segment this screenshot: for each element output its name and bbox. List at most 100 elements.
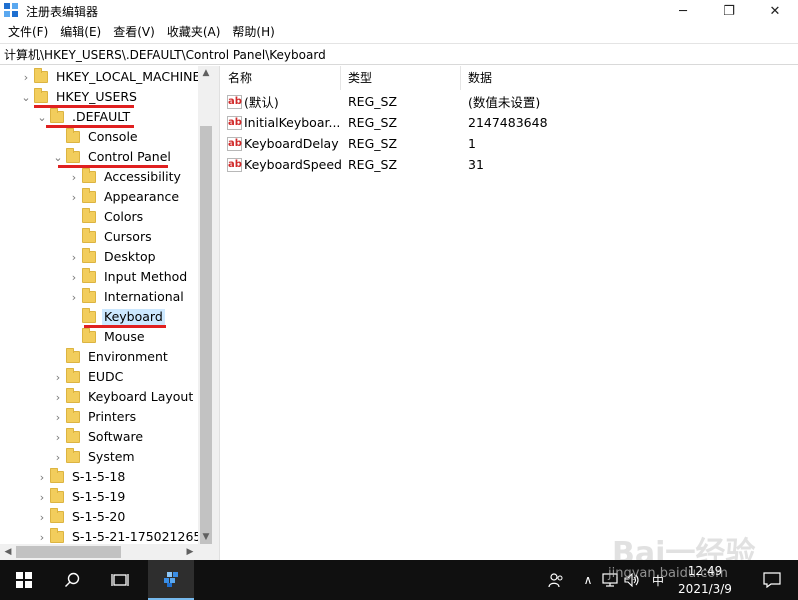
folder-icon	[66, 368, 80, 383]
tree-item-input-method[interactable]: › Input Method	[68, 267, 189, 287]
address-bar[interactable]: 计算机\HKEY_USERS\.DEFAULT\Control Panel\Ke…	[0, 43, 798, 65]
tree-horizontal-scrollbar[interactable]: ◀ ▶	[0, 544, 214, 560]
tree-item-control-panel[interactable]: ⌄ Control Panel	[52, 147, 173, 167]
folder-icon	[66, 428, 80, 443]
tree-item-colors[interactable]: Colors	[68, 207, 145, 227]
tree-item-default[interactable]: ⌄ .DEFAULT	[36, 107, 132, 127]
chevron-right-icon[interactable]: ›	[68, 247, 80, 267]
minimize-button[interactable]: ─	[660, 0, 706, 22]
highlight-underline	[58, 165, 168, 168]
chevron-right-icon[interactable]: ›	[36, 487, 48, 507]
folder-icon	[66, 348, 80, 363]
menu-favorites[interactable]: 收藏夹(A)	[161, 22, 227, 42]
folder-icon	[50, 508, 64, 523]
folder-icon	[50, 108, 64, 123]
folder-icon	[82, 208, 96, 223]
scroll-left-arrow-icon[interactable]: ◀	[0, 544, 16, 560]
chevron-down-icon[interactable]: ⌄	[36, 107, 48, 127]
maximize-button[interactable]: ❐	[706, 0, 752, 22]
tree-item-s-1-5-20[interactable]: › S-1-5-20	[36, 507, 127, 527]
highlight-underline	[84, 325, 166, 328]
scroll-right-arrow-icon[interactable]: ▶	[182, 544, 198, 560]
tree-item-environment[interactable]: Environment	[52, 347, 170, 367]
people-icon	[548, 573, 563, 588]
folder-icon	[82, 288, 96, 303]
string-value-icon: ab	[227, 157, 242, 172]
tree-item-appearance[interactable]: › Appearance	[68, 187, 181, 207]
tree-item-system[interactable]: › System	[52, 447, 137, 467]
pane-splitter[interactable]	[214, 66, 220, 560]
tree-item-software[interactable]: › Software	[52, 427, 145, 447]
chevron-right-icon[interactable]: ›	[52, 367, 64, 387]
list-item[interactable]: ab (默认) REG_SZ (数值未设置)	[221, 91, 798, 112]
start-button[interactable]	[0, 560, 48, 600]
regedit-app-icon	[4, 3, 20, 19]
show-hidden-icons-button[interactable]: ∧	[578, 560, 598, 600]
tree-item-international[interactable]: › International	[68, 287, 186, 307]
tree-item-s-1-5-18[interactable]: › S-1-5-18	[36, 467, 127, 487]
scroll-thumb[interactable]	[16, 546, 121, 558]
search-button[interactable]	[48, 560, 96, 600]
folder-icon	[66, 448, 80, 463]
folder-icon	[66, 128, 80, 143]
chevron-right-icon[interactable]: ›	[36, 467, 48, 487]
list-item[interactable]: ab KeyboardSpeed REG_SZ 31	[221, 154, 798, 175]
chevron-right-icon[interactable]: ›	[20, 67, 32, 87]
clock-date: 2021/3/9	[678, 582, 732, 596]
chevron-right-icon[interactable]: ›	[68, 167, 80, 187]
tree-item-hkey-local-machine[interactable]: › HKEY_LOCAL_MACHINE	[20, 67, 202, 87]
chevron-right-icon[interactable]: ›	[52, 447, 64, 467]
baidu-watermark-url: jingyan.baidu.com	[608, 566, 728, 581]
task-view-icon	[111, 574, 129, 586]
chevron-right-icon[interactable]: ›	[68, 287, 80, 307]
list-item[interactable]: ab InitialKeyboar... REG_SZ 2147483648	[221, 112, 798, 133]
menu-file[interactable]: 文件(F)	[2, 22, 54, 42]
taskbar-regedit-app[interactable]	[148, 560, 194, 600]
chevron-right-icon[interactable]: ›	[52, 387, 64, 407]
scroll-up-arrow-icon[interactable]: ▲	[198, 66, 214, 80]
windows-logo-icon	[16, 572, 32, 588]
folder-icon	[34, 88, 48, 103]
chevron-down-icon[interactable]: ⌄	[52, 147, 64, 167]
tree-item-s-1-5-19[interactable]: › S-1-5-19	[36, 487, 127, 507]
scroll-down-arrow-icon[interactable]: ▼	[198, 530, 214, 544]
tree-item-mouse[interactable]: Mouse	[68, 327, 147, 347]
folder-icon	[66, 148, 80, 163]
tree-item-cursors[interactable]: Cursors	[68, 227, 154, 247]
string-value-icon: ab	[227, 94, 242, 109]
menu-help[interactable]: 帮助(H)	[226, 22, 280, 42]
chevron-right-icon[interactable]: ›	[68, 187, 80, 207]
tree-item-keyboard-layout[interactable]: › Keyboard Layout	[52, 387, 195, 407]
chevron-right-icon[interactable]: ›	[52, 407, 64, 427]
tree-item-console[interactable]: Console	[52, 127, 140, 147]
column-header-data[interactable]: 数据	[461, 66, 798, 90]
chevron-right-icon[interactable]: ›	[52, 427, 64, 447]
tree-item-hkey-users[interactable]: ⌄ HKEY_USERS	[20, 87, 139, 107]
menu-edit[interactable]: 编辑(E)	[54, 22, 107, 42]
folder-icon	[66, 388, 80, 403]
tree-item-eudc[interactable]: › EUDC	[52, 367, 125, 387]
tree-vertical-scrollbar[interactable]: ▲ ▼	[198, 66, 214, 544]
close-button[interactable]: ✕	[752, 0, 798, 22]
tree-item-printers[interactable]: › Printers	[52, 407, 138, 427]
values-list: 名称 类型 数据 ab (默认) REG_SZ (数值未设置) ab Initi…	[221, 66, 798, 560]
menu-view[interactable]: 查看(V)	[107, 22, 161, 42]
notification-center-button[interactable]	[752, 560, 792, 600]
chevron-right-icon[interactable]: ›	[36, 507, 48, 527]
folder-icon	[50, 488, 64, 503]
people-button[interactable]	[544, 560, 568, 600]
regedit-cubes-icon	[164, 572, 178, 587]
folder-icon	[82, 228, 96, 243]
folder-icon	[82, 308, 96, 323]
folder-icon	[82, 168, 96, 183]
chevron-down-icon[interactable]: ⌄	[20, 87, 32, 107]
chevron-right-icon[interactable]: ›	[68, 267, 80, 287]
list-item[interactable]: ab KeyboardDelay REG_SZ 1	[221, 133, 798, 154]
task-view-button[interactable]	[96, 560, 144, 600]
scroll-thumb[interactable]	[200, 126, 212, 544]
tree-item-keyboard[interactable]: Keyboard	[68, 307, 165, 327]
tree-item-desktop[interactable]: › Desktop	[68, 247, 158, 267]
tree-item-accessibility[interactable]: › Accessibility	[68, 167, 183, 187]
column-header-name[interactable]: 名称	[221, 66, 341, 90]
column-header-type[interactable]: 类型	[341, 66, 461, 90]
